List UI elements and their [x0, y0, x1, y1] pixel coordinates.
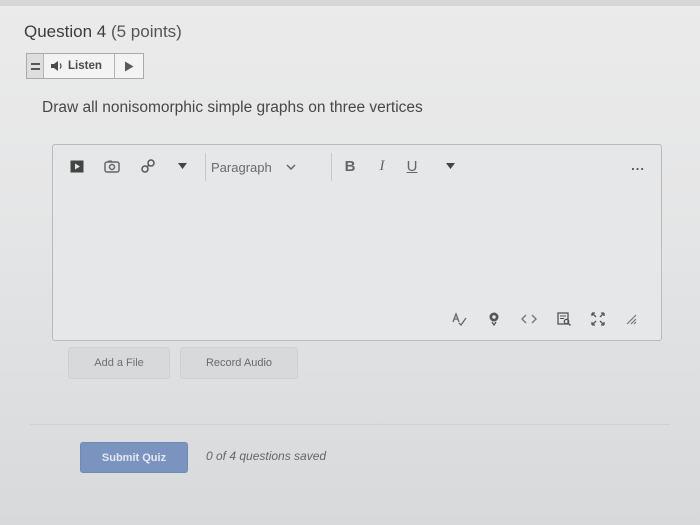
paragraph-format-select[interactable]: Paragraph: [211, 158, 321, 176]
accessibility-icon: [489, 312, 499, 326]
question-title: Question 4 (5 points): [24, 22, 182, 42]
format-more-dropdown[interactable]: [443, 157, 457, 175]
listen-menu-button[interactable]: [27, 54, 44, 78]
video-icon: [70, 160, 84, 172]
source-code-button[interactable]: [521, 312, 537, 326]
add-file-button[interactable]: Add a File: [68, 347, 170, 379]
spellcheck-button[interactable]: [451, 312, 467, 326]
section-divider: [30, 424, 670, 425]
underline-button[interactable]: U: [405, 157, 419, 175]
listen-label: Listen: [68, 60, 102, 72]
menu-icon: [30, 62, 40, 70]
bold-button[interactable]: B: [343, 157, 357, 175]
preview-icon: [557, 312, 571, 326]
resize-handle[interactable]: [625, 312, 637, 326]
resize-icon: [626, 314, 637, 325]
record-audio-button[interactable]: Record Audio: [180, 347, 298, 379]
insert-link-button[interactable]: [139, 157, 157, 175]
listen-widget: Listen: [26, 53, 144, 79]
toolbar-divider: [205, 153, 206, 181]
preview-button[interactable]: [557, 312, 571, 326]
toolbar-divider: [331, 153, 332, 181]
listen-button[interactable]: Listen: [44, 54, 115, 78]
play-button[interactable]: [115, 54, 143, 78]
paragraph-format-label: Paragraph: [211, 159, 272, 175]
editor-bottom-tools: [451, 312, 637, 326]
accessibility-check-button[interactable]: [487, 312, 501, 326]
more-options-button[interactable]: ...: [631, 158, 645, 173]
chevron-down-icon: [286, 164, 296, 170]
top-divider: [0, 0, 700, 6]
rich-text-editor[interactable]: Paragraph B I U ...: [52, 144, 662, 341]
caret-down-icon: [177, 163, 187, 169]
insert-more-dropdown[interactable]: [175, 157, 189, 175]
speaker-icon: [51, 61, 62, 71]
image-icon: [104, 160, 120, 173]
code-icon: [521, 314, 537, 324]
italic-button[interactable]: I: [375, 157, 389, 175]
fullscreen-icon: [591, 312, 605, 326]
editor-toolbar: Paragraph B I U ...: [53, 145, 661, 187]
insert-image-button[interactable]: [103, 157, 121, 175]
play-icon: [125, 61, 134, 71]
insert-video-button[interactable]: [69, 157, 85, 175]
question-number: Question 4: [24, 22, 107, 41]
save-status: 0 of 4 questions saved: [206, 449, 327, 463]
link-icon: [141, 159, 155, 173]
spellcheck-icon: [452, 312, 467, 326]
submit-quiz-button[interactable]: Submit Quiz: [80, 442, 188, 473]
fullscreen-button[interactable]: [591, 312, 605, 326]
caret-down-icon: [445, 163, 455, 169]
question-prompt: Draw all nonisomorphic simple graphs on …: [42, 99, 423, 116]
question-points: (5 points): [110, 22, 182, 41]
